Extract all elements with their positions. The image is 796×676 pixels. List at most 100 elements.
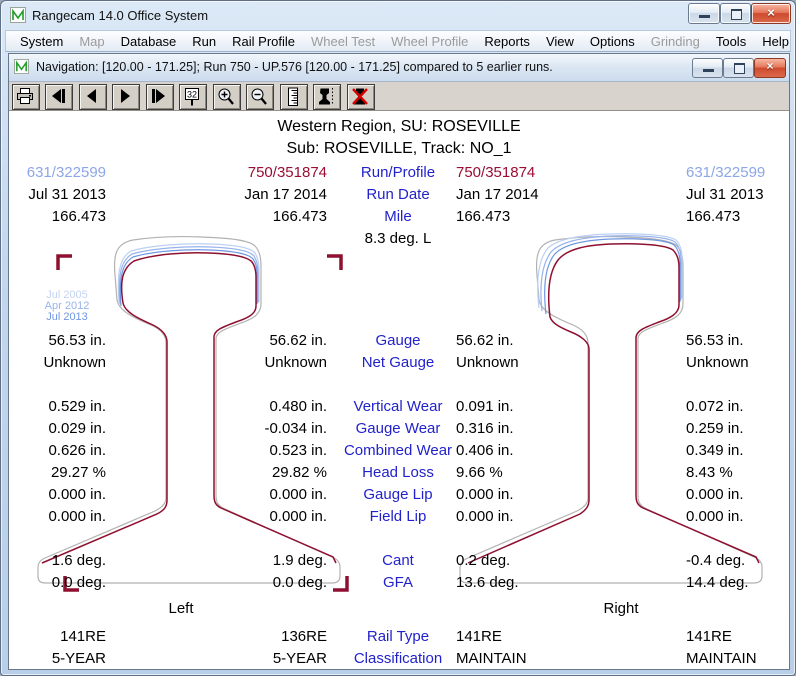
minimize-icon xyxy=(703,69,714,72)
menu-help[interactable]: Help xyxy=(754,31,796,52)
row-run-profile: 631/322599750/351874Run/Profile750/35187… xyxy=(9,164,789,184)
rail-type-label: Rail Type xyxy=(327,628,469,645)
gauge-wear-label: Gauge Wear xyxy=(327,420,469,437)
gauge-label: Gauge xyxy=(327,332,469,349)
menu-tools[interactable]: Tools xyxy=(708,31,754,52)
menu-reports[interactable]: Reports xyxy=(476,31,538,52)
menu-system[interactable]: System xyxy=(12,31,71,52)
menu-options[interactable]: Options xyxy=(582,31,643,52)
milepost-button[interactable]: 32 xyxy=(179,84,207,110)
rail-profile-button[interactable] xyxy=(313,84,341,110)
menu-database[interactable]: Database xyxy=(113,31,185,52)
classification-left-inner: 5-YEAR xyxy=(129,650,327,667)
mile-right-inner: 166.473 xyxy=(456,208,626,225)
classification-right-outer: MAINTAIN xyxy=(686,650,789,667)
gauge-wear-left-outer: 0.029 in. xyxy=(9,420,106,437)
run-date-label: Run Date xyxy=(327,186,469,203)
menu-grinding: Grinding xyxy=(643,31,708,52)
net-gauge-label: Net Gauge xyxy=(327,354,469,371)
gauge-wear-left-inner: -0.034 in. xyxy=(129,420,327,437)
menu-view[interactable]: View xyxy=(538,31,582,52)
run-profile-label: Run/Profile xyxy=(327,164,469,181)
curvature-value: 8.3 deg. L xyxy=(327,230,469,247)
head-loss-left-inner: 29.82 % xyxy=(129,464,327,481)
zoom-out-button[interactable] xyxy=(246,84,274,110)
maximize-icon xyxy=(731,9,742,20)
main-window: Rangecam 14.0 Office System × SystemMapD… xyxy=(0,0,796,676)
combined-wear-left-outer: 0.626 in. xyxy=(9,442,106,459)
vertical-wear-label: Vertical Wear xyxy=(327,398,469,415)
restore-icon xyxy=(734,63,745,74)
row-gauge: 56.53 in.56.62 in.Gauge56.62 in.56.53 in… xyxy=(9,332,789,352)
rangecam-logo-icon xyxy=(10,7,26,23)
nav-close-button[interactable]: × xyxy=(754,58,786,78)
cant-right-outer: -0.4 deg. xyxy=(686,552,789,569)
menu-run[interactable]: Run xyxy=(184,31,224,52)
gauge-wear-right-outer: 0.259 in. xyxy=(686,420,789,437)
combined-wear-right-inner: 0.406 in. xyxy=(456,442,626,459)
classification-left-outer: 5-YEAR xyxy=(9,650,106,667)
previous-run-button[interactable] xyxy=(79,84,107,110)
row-field-lip: 0.000 in.0.000 in.Field Lip0.000 in.0.00… xyxy=(9,508,789,528)
remove-rail-button[interactable] xyxy=(347,84,375,110)
legend-entry: Jul 2013 xyxy=(31,312,103,323)
vertical-wear-left-inner: 0.480 in. xyxy=(129,398,327,415)
vertical-wear-right-outer: 0.072 in. xyxy=(686,398,789,415)
measure-button[interactable] xyxy=(280,84,308,110)
run-profile-right-outer: 631/322599 xyxy=(686,164,789,181)
row-run-date: Jul 31 2013Jan 17 2014Run DateJan 17 201… xyxy=(9,186,789,206)
row-net-gauge: UnknownUnknownNet GaugeUnknownUnknown xyxy=(9,354,789,374)
back-arrow-icon xyxy=(82,87,102,105)
rail-type-left-inner: 136RE xyxy=(129,628,327,645)
menu-rail-profile[interactable]: Rail Profile xyxy=(224,31,303,52)
milepost-icon: 32 xyxy=(182,87,202,106)
row-mile: 166.473166.473Mile166.473166.473 xyxy=(9,208,789,228)
gauge-lip-label: Gauge Lip xyxy=(327,486,469,503)
run-profile-right-inner: 750/351874 xyxy=(456,164,626,181)
gauge-wear-right-inner: 0.316 in. xyxy=(456,420,626,437)
next-run-button[interactable] xyxy=(112,84,140,110)
last-run-button[interactable] xyxy=(146,84,174,110)
row-cant: 1.6 deg.1.9 deg.Cant0.2 deg.-0.4 deg. xyxy=(9,552,789,572)
classification-right-inner: MAINTAIN xyxy=(456,650,626,667)
gfa-left-outer: 0.0 deg. xyxy=(9,574,106,591)
combined-wear-label: Combined Wear xyxy=(327,442,469,459)
row-gfa: 0.0 deg.0.0 deg.GFA13.6 deg.14.4 deg. xyxy=(9,574,789,594)
skip-back-icon xyxy=(48,87,68,105)
run-date-left-inner: Jan 17 2014 xyxy=(129,186,327,203)
rail-type-right-inner: 141RE xyxy=(456,628,626,645)
legend: Jul 2005Apr 2012Jul 2013 xyxy=(31,290,103,323)
net-gauge-right-outer: Unknown xyxy=(686,354,789,371)
ruler-icon xyxy=(283,87,303,106)
gfa-left-inner: 0.0 deg. xyxy=(129,574,327,591)
maximize-button[interactable] xyxy=(720,3,751,24)
left-rail-label: Left xyxy=(111,600,251,617)
print-button[interactable] xyxy=(12,84,40,110)
mile-label: Mile xyxy=(327,208,469,225)
menu-map: Map xyxy=(71,31,112,52)
nav-restore-button[interactable] xyxy=(723,58,754,78)
row-vertical-wear: 0.529 in.0.480 in.Vertical Wear0.091 in.… xyxy=(9,398,789,418)
skip-forward-icon xyxy=(149,87,169,105)
net-gauge-left-inner: Unknown xyxy=(129,354,327,371)
zoom-in-button[interactable] xyxy=(213,84,241,110)
navigation-titlebar: Navigation: [120.00 - 171.25]; Run 750 -… xyxy=(9,54,789,82)
net-gauge-right-inner: Unknown xyxy=(456,354,626,371)
print-icon xyxy=(15,87,35,105)
menu-wheel-test: Wheel Test xyxy=(303,31,383,52)
run-date-right-outer: Jul 31 2013 xyxy=(686,186,789,203)
minimize-button[interactable] xyxy=(688,3,720,24)
row-rail-type: 141RE136RERail Type141RE141RE xyxy=(9,628,789,648)
track-header: Sub: ROSEVILLE, Track: NO_1 xyxy=(9,140,789,158)
first-run-button[interactable] xyxy=(45,84,73,110)
field-lip-label: Field Lip xyxy=(327,508,469,525)
close-button[interactable]: × xyxy=(751,3,791,24)
mile-right-outer: 166.473 xyxy=(686,208,789,225)
nav-minimize-button[interactable] xyxy=(692,58,723,78)
cant-left-inner: 1.9 deg. xyxy=(129,552,327,569)
vertical-wear-left-outer: 0.529 in. xyxy=(9,398,106,415)
profile-content: Western Region, SU: ROSEVILLE Sub: ROSEV… xyxy=(9,112,789,669)
forward-arrow-icon xyxy=(115,87,135,105)
remove-rail-icon xyxy=(350,87,370,106)
row-gauge-lip: 0.000 in.0.000 in.Gauge Lip0.000 in.0.00… xyxy=(9,486,789,506)
